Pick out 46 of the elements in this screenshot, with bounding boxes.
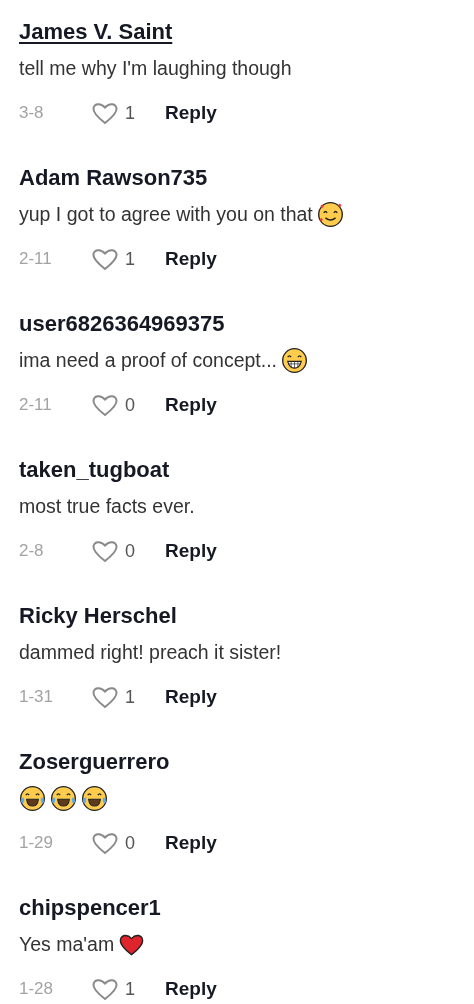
like-heart-icon[interactable] (91, 976, 119, 1002)
comment-author[interactable]: Adam Rawson735 (19, 163, 208, 193)
comment-author[interactable]: James V. Saint (19, 17, 173, 47)
comment-author[interactable]: taken_tugboat (19, 455, 170, 485)
comment-text: dammed right! preach it sister! (19, 640, 282, 665)
like-heart-icon[interactable] (91, 246, 119, 272)
comment-text: ima need a proof of concept... (19, 348, 277, 373)
like-count: 0 (125, 394, 136, 417)
like-count: 0 (125, 832, 136, 855)
like-count: 1 (125, 978, 136, 1001)
comment-date: 2-11 (19, 248, 53, 270)
comment-author[interactable]: user6826364969375 (19, 309, 225, 339)
like-heart-icon[interactable] (91, 684, 119, 710)
like-heart-icon[interactable] (91, 100, 119, 126)
like-count: 0 (125, 540, 136, 563)
reply-link[interactable]: Reply (165, 829, 217, 857)
comment-date: 1-28 (19, 978, 55, 1000)
comment-text: most true facts ever. (19, 494, 195, 519)
comment-author[interactable]: Zoserguerrero (19, 747, 170, 777)
comment-date: 2-8 (19, 540, 45, 562)
like-count: 1 (125, 686, 136, 709)
like-heart-icon[interactable] (91, 392, 119, 418)
reply-link[interactable]: Reply (165, 245, 217, 273)
reply-link[interactable]: Reply (165, 975, 217, 1003)
grinning-emoji-icon (281, 346, 308, 374)
comment-text: tell me why I'm laughing though (19, 56, 292, 81)
smiling-hearts-emoji-icon (316, 200, 344, 228)
like-count: 1 (125, 248, 136, 271)
comment-author[interactable]: chipspencer1 (19, 893, 161, 923)
comment-date: 1-29 (19, 832, 55, 854)
like-heart-icon[interactable] (91, 830, 119, 856)
comment-author[interactable]: Ricky Herschel (19, 601, 177, 631)
comment-text: yup I got to agree with you on that (19, 202, 313, 227)
like-heart-icon[interactable] (91, 538, 119, 564)
comment-date: 1-31 (19, 686, 55, 708)
comment-date: 2-11 (19, 394, 53, 416)
comment-date: 3-8 (19, 102, 45, 124)
tears-of-joy-emoji-icon (19, 784, 46, 812)
reply-link[interactable]: Reply (165, 537, 217, 565)
comment-text: Yes ma'am (19, 932, 115, 957)
reply-link[interactable]: Reply (165, 99, 217, 127)
tears-of-joy-emoji-icon (50, 784, 77, 812)
tears-of-joy-emoji-icon (81, 784, 108, 812)
reply-link[interactable]: Reply (165, 683, 217, 711)
reply-link[interactable]: Reply (165, 391, 217, 419)
like-count: 1 (125, 102, 136, 125)
